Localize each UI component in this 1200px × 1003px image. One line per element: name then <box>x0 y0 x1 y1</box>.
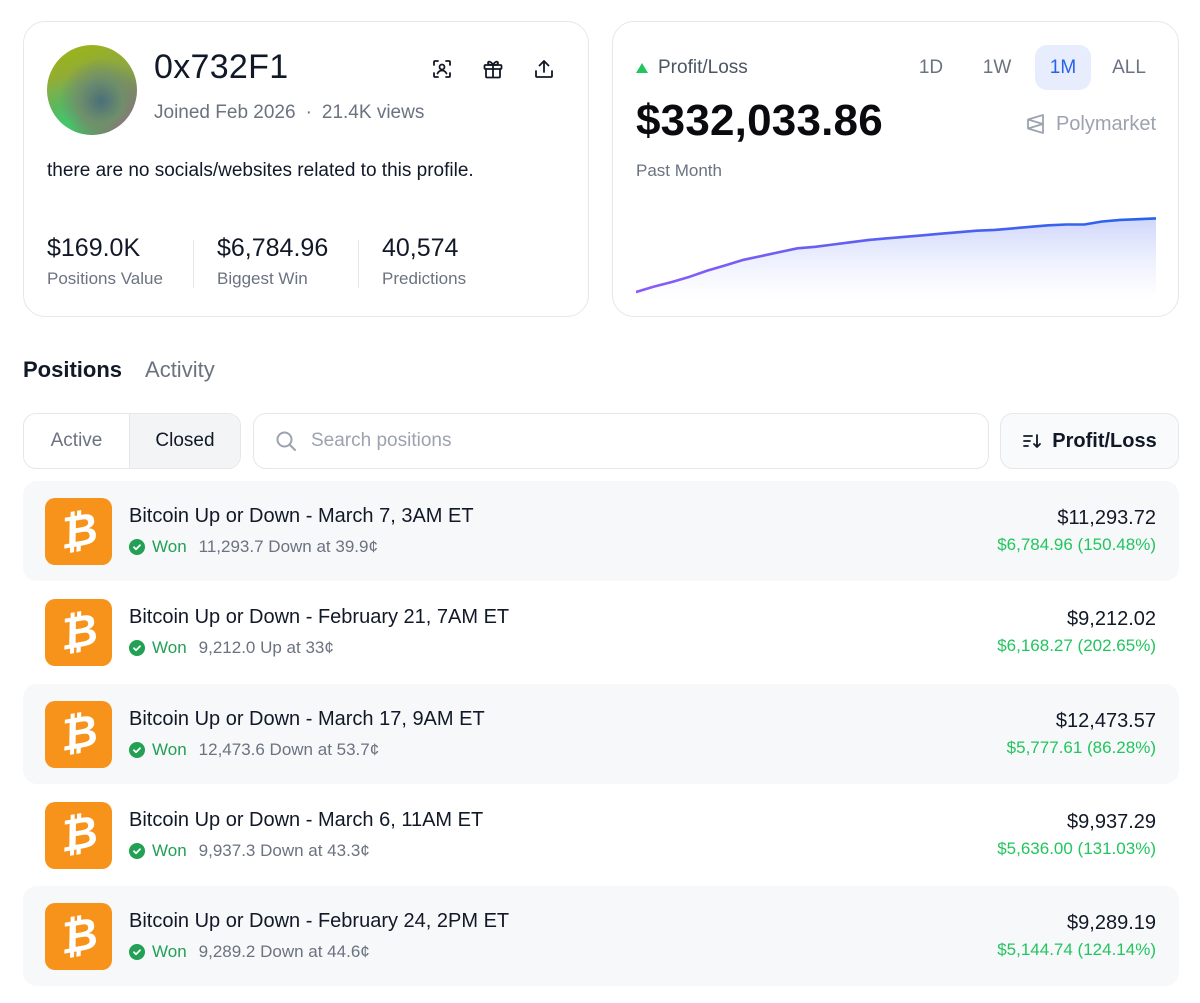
brand-logo: Polymarket <box>1024 112 1156 136</box>
stat-label: Positions Value <box>47 269 163 288</box>
positions-list: ₿ Bitcoin Up or Down - March 7, 3AM ET W… <box>23 481 1179 987</box>
position-detail: 12,473.6 Down at 53.7¢ <box>198 739 380 759</box>
bitcoin-icon: ₿ <box>45 498 112 565</box>
range-tab-1w[interactable]: 1W <box>969 45 1025 90</box>
stat-value: $6,784.96 <box>217 234 329 262</box>
username: 0x732F1 <box>154 48 289 86</box>
bitcoin-icon: ₿ <box>45 700 112 768</box>
position-row[interactable]: ₿ Bitcoin Up or Down - March 7, 3AM ET W… <box>23 481 1179 581</box>
scan-button[interactable] <box>427 54 457 84</box>
position-amount: $9,937.29 <box>1067 810 1156 833</box>
position-title[interactable]: Bitcoin Up or Down - February 21, 7AM ET <box>129 606 509 629</box>
position-row[interactable]: ₿ Bitcoin Up or Down - March 6, 11AM ET … <box>23 785 1179 885</box>
position-subline: Won 11,293.7 Down at 39.9¢ <box>129 537 378 557</box>
position-gain: $5,636.00 (131.03%) <box>997 838 1156 858</box>
stat-predictions: 40,574 Predictions <box>382 234 466 289</box>
view-count: 21.4K views <box>321 102 425 123</box>
profile-meta: Joined Feb 2026 · 21.4K views <box>154 102 424 124</box>
position-amount: $9,289.19 <box>1067 912 1156 935</box>
separator-dot: · <box>305 102 312 123</box>
profile-bio: there are no socials/websites related to… <box>47 160 474 181</box>
search-input[interactable] <box>311 430 951 452</box>
profile-card: 0x732F1 Joined Feb 2026 · 21.4K views ther… <box>23 21 589 317</box>
pnl-chart <box>636 217 1156 300</box>
stat-positions-value: $169.0K Positions Value <box>47 234 163 289</box>
position-gain: $5,777.61 (86.28%) <box>1006 737 1156 757</box>
position-detail: 9,937.3 Down at 43.3¢ <box>198 840 370 860</box>
position-subline: Won 12,473.6 Down at 53.7¢ <box>129 740 379 760</box>
brand-name: Polymarket <box>1055 112 1156 135</box>
share-button[interactable] <box>529 54 559 84</box>
stat-label: Biggest Win <box>217 269 308 288</box>
pnl-label: Profit/Loss <box>658 57 748 78</box>
position-gain: $6,168.27 (202.65%) <box>997 636 1156 656</box>
range-tab-1m[interactable]: 1M <box>1035 45 1091 90</box>
pnl-card: Profit/Loss 1D 1W 1M ALL $332,033.86 Pas… <box>612 21 1179 317</box>
position-status: Won <box>152 638 187 658</box>
stat-label: Predictions <box>382 269 467 288</box>
segment-active[interactable]: Active <box>24 414 129 468</box>
position-subline: Won 9,937.3 Down at 43.3¢ <box>129 841 370 861</box>
gift-button[interactable] <box>478 54 508 84</box>
position-amount: $11,293.72 <box>1057 507 1156 529</box>
tab-positions[interactable]: Positions <box>23 357 122 383</box>
position-subline: Won 9,212.0 Up at 33¢ <box>129 638 334 658</box>
stat-value: $169.0K <box>47 234 141 262</box>
position-row[interactable]: ₿ Bitcoin Up or Down - March 17, 9AM ET … <box>23 683 1179 784</box>
check-circle-icon <box>129 944 145 961</box>
position-status: Won <box>152 942 187 962</box>
position-title[interactable]: Bitcoin Up or Down - March 7, 3AM ET <box>129 505 474 528</box>
sort-label: Profit/Loss <box>1052 429 1157 452</box>
position-row[interactable]: ₿ Bitcoin Up or Down - February 24, 2PM … <box>23 886 1179 987</box>
position-amount: $9,212.02 <box>1067 608 1156 631</box>
share-icon <box>535 60 553 78</box>
scan-icon <box>433 60 451 78</box>
bitcoin-icon: ₿ <box>45 801 112 869</box>
bitcoin-icon: ₿ <box>45 599 112 667</box>
stat-divider <box>358 240 359 288</box>
position-detail: 9,289.2 Down at 44.6¢ <box>198 942 370 962</box>
avatar[interactable] <box>47 45 137 135</box>
range-tab-all[interactable]: ALL <box>1101 45 1157 90</box>
check-circle-icon <box>129 640 145 657</box>
position-title[interactable]: Bitcoin Up or Down - March 17, 9AM ET <box>129 708 485 731</box>
position-gain: $6,784.96 (150.48%) <box>997 535 1156 554</box>
range-tabs: 1D 1W 1M ALL <box>903 45 1157 90</box>
sort-button[interactable]: Profit/Loss <box>1000 413 1179 469</box>
gift-icon <box>483 60 503 79</box>
pnl-value: $332,033.86 <box>636 96 883 145</box>
stat-value: 40,574 <box>382 234 459 262</box>
position-status: Won <box>152 537 187 556</box>
sort-icon <box>1023 434 1042 448</box>
check-circle-icon <box>129 539 145 555</box>
joined-date: Joined Feb 2026 <box>154 102 296 123</box>
pnl-header: Profit/Loss <box>636 57 748 79</box>
segment-closed[interactable]: Closed <box>129 414 240 468</box>
search-box <box>253 413 989 469</box>
main-tabs: Positions Activity <box>23 357 215 383</box>
search-icon <box>276 431 296 451</box>
stat-divider <box>193 240 194 288</box>
position-gain: $5,144.74 (124.14%) <box>997 940 1156 960</box>
position-status: Won <box>152 739 187 759</box>
position-detail: 11,293.7 Down at 39.9¢ <box>198 537 378 556</box>
position-title[interactable]: Bitcoin Up or Down - March 6, 11AM ET <box>129 809 483 832</box>
tab-activity[interactable]: Activity <box>145 357 215 383</box>
bitcoin-icon: ₿ <box>45 903 112 971</box>
status-segmented-control: Active Closed <box>23 413 241 469</box>
check-circle-icon <box>129 842 145 859</box>
position-row[interactable]: ₿ Bitcoin Up or Down - February 21, 7AM … <box>23 582 1179 682</box>
pnl-period: Past Month <box>636 161 722 180</box>
position-subline: Won 9,289.2 Down at 44.6¢ <box>129 942 370 962</box>
check-circle-icon <box>129 741 145 758</box>
position-detail: 9,212.0 Up at 33¢ <box>198 638 334 658</box>
position-amount: $12,473.57 <box>1055 709 1156 732</box>
position-status: Won <box>152 840 187 860</box>
position-title[interactable]: Bitcoin Up or Down - February 24, 2PM ET <box>129 910 509 933</box>
polymarket-icon <box>1027 114 1044 134</box>
stat-biggest-win: $6,784.96 Biggest Win <box>217 234 328 289</box>
up-triangle-icon <box>636 63 648 73</box>
range-tab-1d[interactable]: 1D <box>903 45 959 90</box>
chart-area-fill <box>636 218 1156 300</box>
